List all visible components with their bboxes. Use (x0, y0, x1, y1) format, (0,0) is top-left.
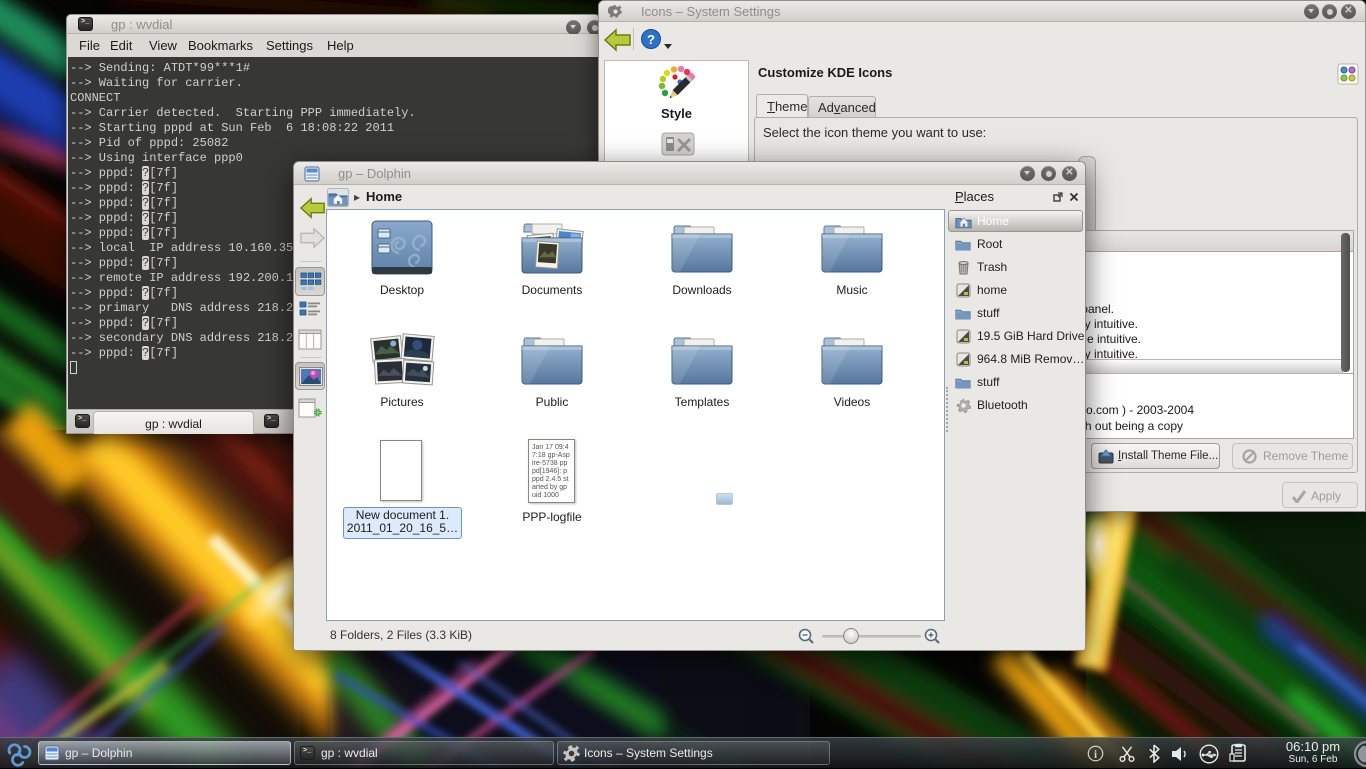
svg-text:i: i (1094, 749, 1097, 761)
svg-text:?: ? (647, 32, 655, 47)
